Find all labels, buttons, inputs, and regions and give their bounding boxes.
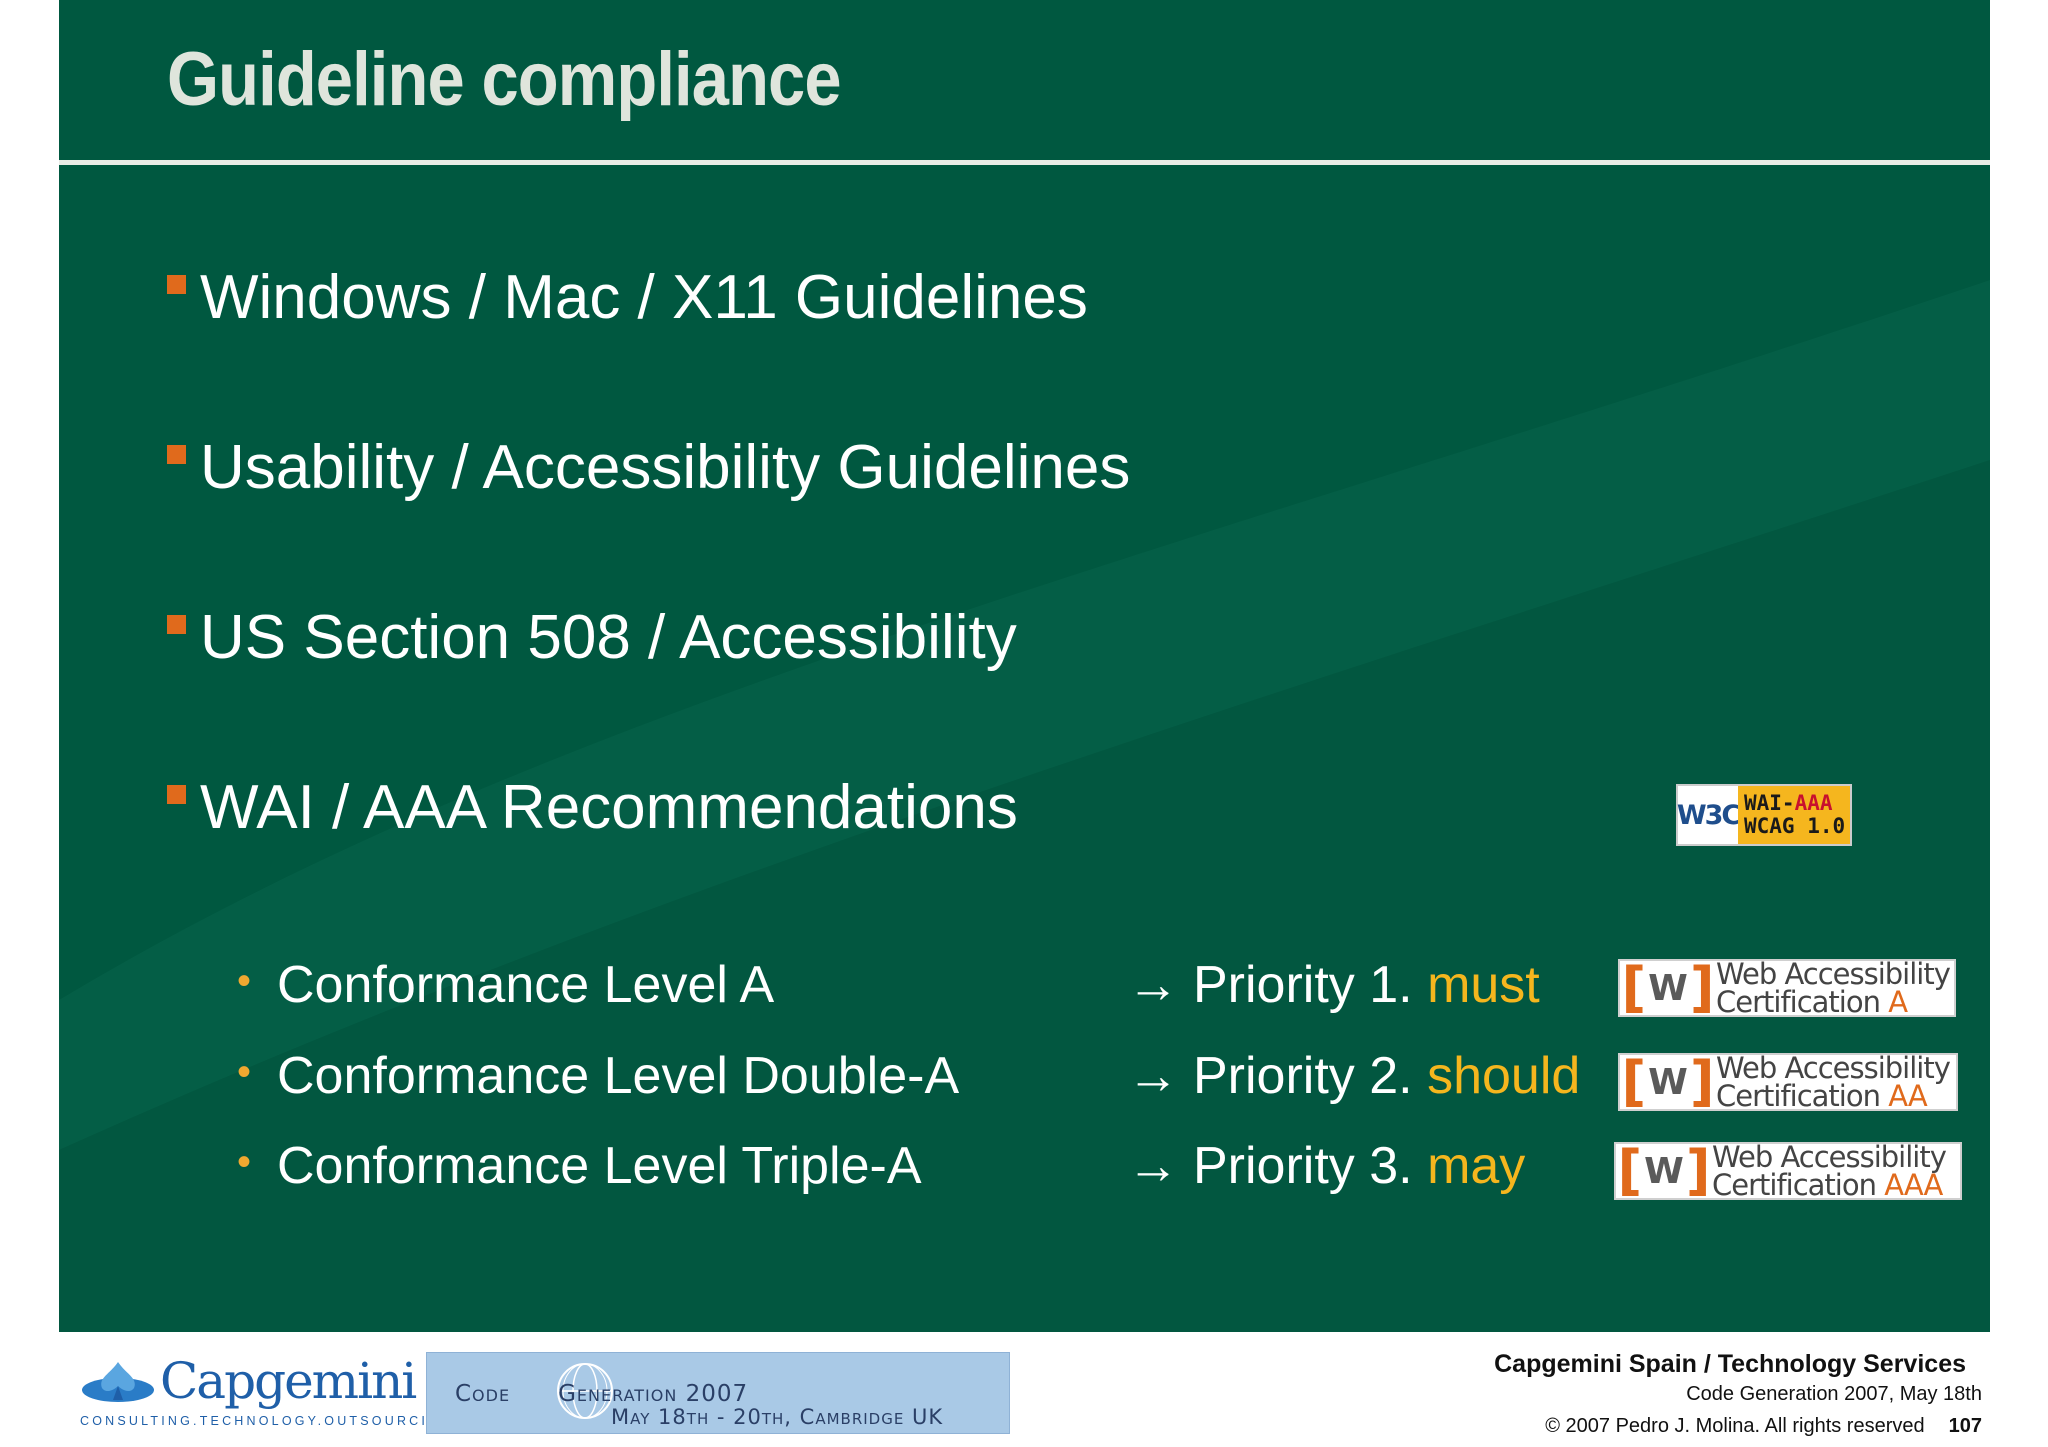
priority-1: → Priority 1. must: [1127, 956, 1540, 1014]
footer-company: Capgemini Spain / Technology Services: [1494, 1350, 1966, 1378]
banner-title: Code Generation 2007: [455, 1381, 749, 1407]
conformance-level-aaa: • Conformance Level Triple-A: [237, 1137, 922, 1195]
bullet-item: Windows / Mac / X11 Guidelines: [167, 262, 1088, 333]
certification-aa-badge: [W] Web Accessibility Certification AA: [1618, 1053, 1958, 1111]
bullet-item: Usability / Accessibility Guidelines: [167, 432, 1130, 503]
page-number: 107: [1948, 1415, 1982, 1437]
banner-dates: May 18th - 20th, Cambridge UK: [611, 1405, 944, 1429]
wai-aaa-badge: W3C WAI-AAA WCAG 1.0: [1676, 784, 1852, 846]
arrow-right-icon: →: [1127, 956, 1179, 1014]
w3c-logo-icon: W3C: [1676, 799, 1741, 831]
bullet-item: US Section 508 / Accessibility: [167, 602, 1017, 673]
conformance-level-a: • Conformance Level A: [237, 956, 775, 1014]
arrow-right-icon: →: [1127, 1047, 1179, 1105]
web-accessibility-logo-icon: [W]: [1617, 1139, 1711, 1202]
certification-a-badge: [W] Web Accessibility Certification A: [1618, 959, 1956, 1017]
footer-event: Code Generation 2007, May 18th: [1686, 1383, 1982, 1405]
bullet-square-icon: [167, 785, 186, 804]
bullet-item: WAI / AAA Recommendations: [167, 772, 1018, 843]
bullet-square-icon: [167, 615, 186, 634]
bullet-dot-icon: •: [237, 1140, 252, 1184]
web-accessibility-logo-icon: [W]: [1621, 1050, 1715, 1113]
code-generation-banner: Code Generation 2007 May 18th - 20th, Cam…: [426, 1352, 1010, 1434]
bullet-square-icon: [167, 445, 186, 464]
priority-3: → Priority 3. may: [1127, 1137, 1526, 1195]
slide-title: Guideline compliance: [167, 37, 842, 122]
web-accessibility-logo-icon: [W]: [1621, 956, 1715, 1019]
title-divider: [59, 160, 1990, 165]
priority-2: → Priority 2. should: [1127, 1047, 1581, 1105]
bullet-square-icon: [167, 275, 186, 294]
arrow-right-icon: →: [1127, 1137, 1179, 1195]
bullet-dot-icon: •: [237, 959, 252, 1003]
certification-aaa-badge: [W] Web Accessibility Certification AAA: [1614, 1142, 1962, 1200]
capgemini-logo: Capgemini CONSULTING.TECHNOLOGY.OUTSOURC…: [80, 1352, 454, 1428]
conformance-level-aa: • Conformance Level Double-A: [237, 1047, 960, 1105]
bullet-dot-icon: •: [237, 1050, 252, 1094]
slide-canvas: Guideline compliance Windows / Mac / X11…: [59, 0, 1990, 1332]
spade-icon: [82, 1362, 154, 1402]
footer-copyright: © 2007 Pedro J. Molina. All rights reser…: [1545, 1415, 1982, 1437]
